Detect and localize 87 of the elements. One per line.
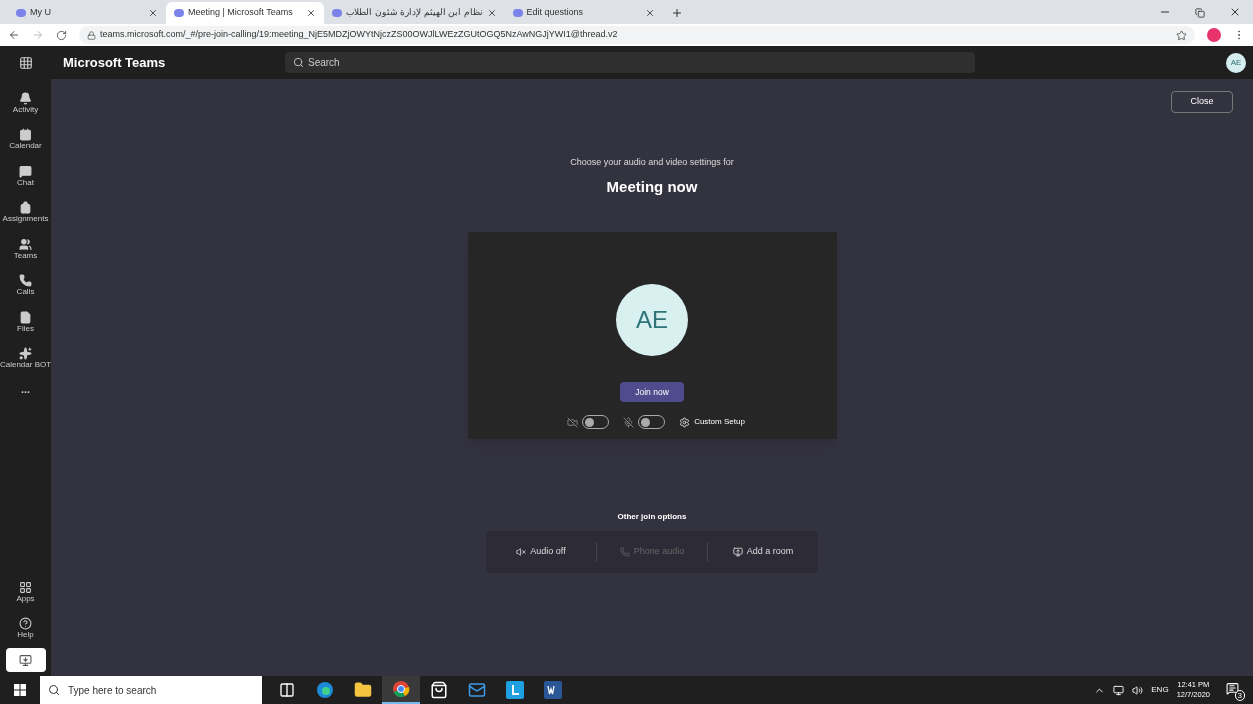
custom-setup-button[interactable]: Custom Setup bbox=[679, 416, 745, 428]
app-bar-item[interactable]: Help bbox=[0, 610, 51, 646]
teams-icon bbox=[19, 237, 32, 251]
browser-icon bbox=[316, 681, 334, 699]
subtitle: Choose your audio and video settings for bbox=[570, 156, 734, 169]
reload-icon[interactable] bbox=[56, 29, 67, 41]
notifications-button[interactable]: 3 bbox=[1226, 679, 1245, 701]
back-icon[interactable] bbox=[8, 29, 20, 41]
tab-title: نظام ابن الهيثم لإدارة شئون الطلاب bbox=[346, 6, 483, 20]
favicon bbox=[16, 9, 26, 17]
mail-icon bbox=[468, 681, 486, 699]
taskbar-app[interactable] bbox=[382, 676, 420, 704]
search-icon bbox=[48, 684, 60, 696]
chat-icon bbox=[19, 164, 32, 178]
download-button[interactable] bbox=[5, 648, 46, 672]
more-apps[interactable]: ... bbox=[20, 381, 31, 398]
browser-tab[interactable]: نظام ابن الهيثم لإدارة شئون الطلاب bbox=[324, 2, 505, 24]
profile-avatar[interactable] bbox=[1207, 28, 1221, 42]
network-icon[interactable] bbox=[1113, 684, 1125, 696]
app-launcher-icon[interactable] bbox=[18, 55, 33, 70]
app-bar-item[interactable]: Assignments bbox=[0, 194, 51, 231]
join-option[interactable]: Audio off bbox=[486, 545, 596, 559]
restore-icon[interactable] bbox=[1195, 8, 1205, 18]
notifications-icon bbox=[1226, 681, 1239, 695]
taskbar-search-field[interactable]: Type here to search bbox=[40, 676, 262, 704]
join-option[interactable]: Add a room bbox=[708, 545, 818, 559]
search-placeholder: Search bbox=[308, 56, 340, 70]
language-indicator[interactable]: ENG bbox=[1151, 684, 1169, 696]
favicon bbox=[332, 9, 342, 17]
browser-tab[interactable]: Meeting | Microsoft Teams bbox=[166, 2, 324, 24]
folder-icon bbox=[354, 681, 372, 699]
address-bar[interactable]: teams.microsoft.com/_#/pre-join-calling/19:meeting_NjE5MDZjOWYtNjczZS00OWJlLWEzZGUtOGQ5NzAwNGJjYWI1@thread.v2 bbox=[79, 26, 1195, 44]
camera-off-icon bbox=[567, 416, 579, 428]
app-name: Microsoft Teams bbox=[63, 53, 167, 72]
app-bar-item[interactable]: Calendar bbox=[0, 121, 51, 158]
file-icon bbox=[19, 310, 32, 324]
app-bar-item[interactable]: Activity bbox=[0, 85, 51, 122]
tab-title: My U bbox=[30, 6, 52, 20]
audio-icon bbox=[516, 547, 527, 557]
notification-count: 3 bbox=[1234, 689, 1245, 701]
close-icon[interactable] bbox=[1229, 6, 1241, 18]
store-icon bbox=[430, 681, 448, 699]
help-icon bbox=[19, 616, 32, 630]
meeting-title: Meeting now bbox=[606, 176, 698, 197]
close-icon[interactable] bbox=[644, 8, 655, 18]
room-icon bbox=[732, 547, 743, 557]
app-bar-item[interactable]: Teams bbox=[0, 231, 51, 268]
settings-icon bbox=[679, 416, 691, 428]
close-icon[interactable] bbox=[306, 8, 316, 18]
phone-icon bbox=[619, 547, 630, 557]
tab-title: Edit questions bbox=[526, 6, 585, 20]
app-bar-item[interactable]: Calendar BOT bbox=[0, 340, 51, 377]
app-bar-item[interactable]: Chat bbox=[0, 158, 51, 195]
user-avatar[interactable]: AE bbox=[1226, 52, 1246, 73]
close-icon[interactable] bbox=[148, 8, 158, 18]
l-app-icon bbox=[506, 681, 524, 699]
search-icon bbox=[293, 57, 304, 68]
browser-tab[interactable]: My U bbox=[8, 2, 166, 24]
task-view-icon bbox=[279, 682, 295, 698]
close-icon[interactable] bbox=[486, 8, 497, 18]
chrome-icon bbox=[392, 680, 410, 698]
apps-icon bbox=[19, 580, 32, 594]
bag-icon bbox=[19, 201, 32, 215]
favicon bbox=[512, 9, 523, 17]
windows-icon[interactable] bbox=[14, 684, 26, 696]
url-text: teams.microsoft.com/_#/pre-join-calling/19:meeting_NjE5MDZjOWYtNjczZS00OWJlLWEzZGUtOGQ5NzAwNGJjYWI1@thread.v2 bbox=[100, 28, 618, 42]
avatar: AE bbox=[616, 284, 688, 356]
calendar-icon bbox=[19, 128, 32, 142]
bookmark-star-icon[interactable] bbox=[1176, 29, 1187, 41]
app-bar-item[interactable]: Apps bbox=[0, 574, 51, 610]
join-now-button[interactable]: Join now bbox=[620, 382, 684, 402]
app-bar-item[interactable]: Calls bbox=[0, 267, 51, 304]
mic-off-icon bbox=[623, 416, 635, 428]
app-bar-item[interactable]: Files bbox=[0, 304, 51, 341]
tab-title: Meeting | Microsoft Teams bbox=[188, 6, 294, 20]
new-tab-icon[interactable] bbox=[670, 7, 683, 19]
close-button[interactable]: Close bbox=[1171, 91, 1233, 113]
browser-tab[interactable]: Edit questions bbox=[504, 2, 663, 24]
favicon bbox=[174, 9, 184, 17]
download-icon bbox=[19, 653, 32, 667]
phone-icon bbox=[19, 274, 32, 288]
bell-icon bbox=[19, 91, 32, 105]
search-field[interactable]: Search bbox=[285, 52, 975, 73]
other-options-title: Other join options bbox=[617, 511, 687, 523]
volume-icon[interactable] bbox=[1132, 684, 1144, 696]
word-icon bbox=[544, 681, 562, 699]
lock-icon bbox=[87, 30, 96, 40]
